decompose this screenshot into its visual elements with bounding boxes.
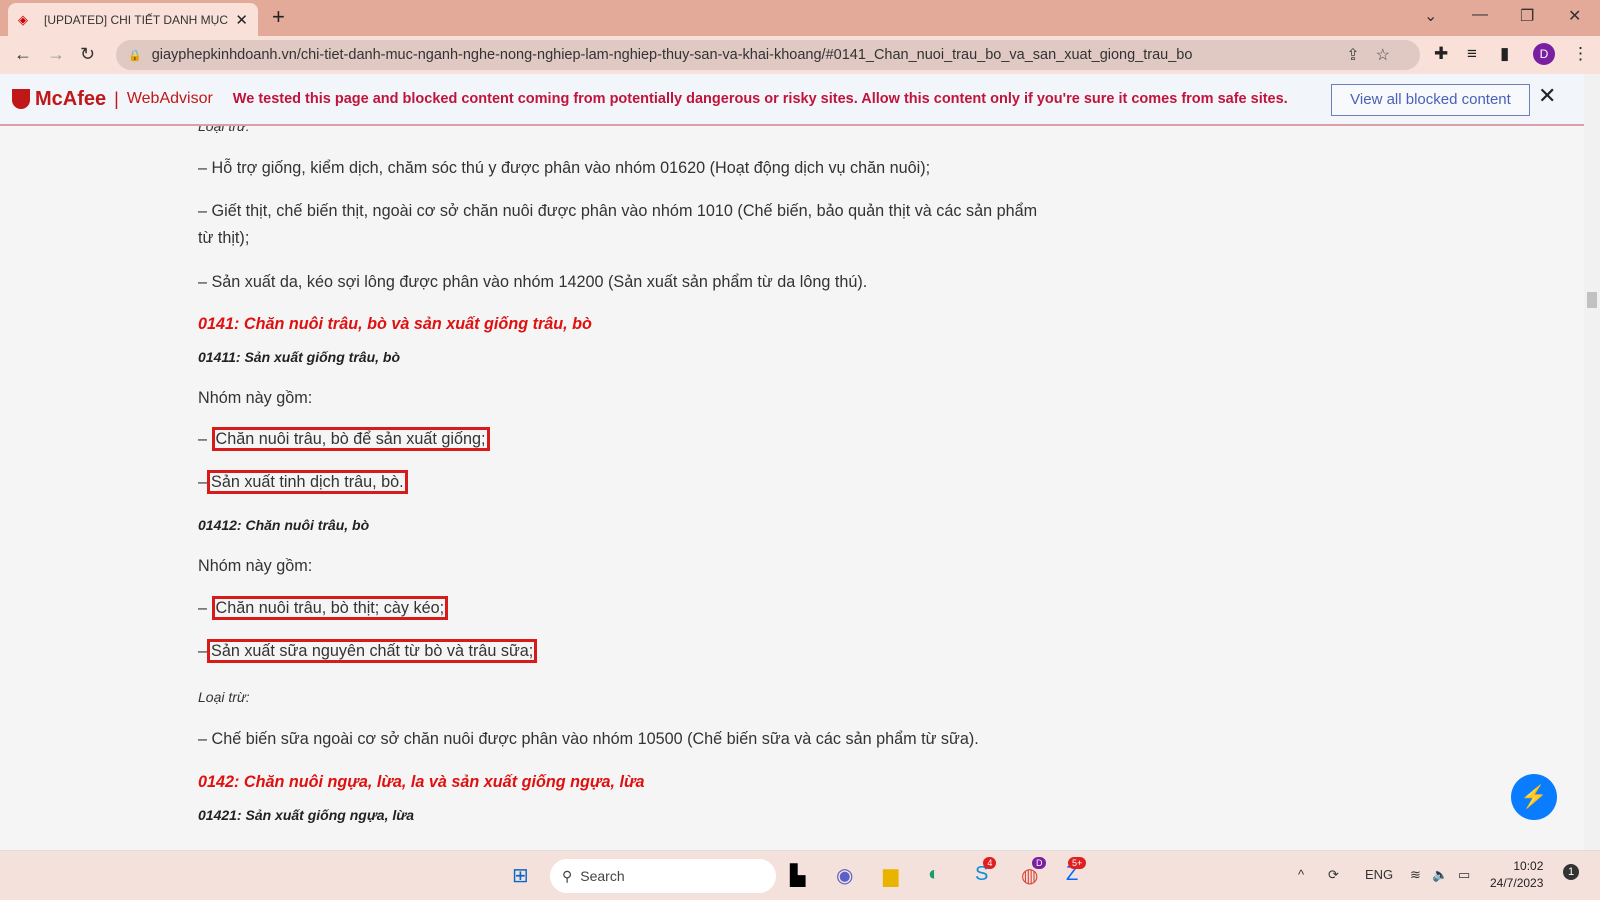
mcafee-shield-icon xyxy=(12,89,30,109)
share-icon[interactable]: ⇪ xyxy=(1346,47,1375,64)
forward-icon[interactable]: → xyxy=(47,44,65,65)
paragraph: – Sản xuất da, kéo sợi lông được phân và… xyxy=(198,273,868,291)
notification-badge[interactable]: 1 xyxy=(1563,864,1579,880)
new-tab-button[interactable]: + xyxy=(272,4,285,30)
paragraph: Loại trừ: xyxy=(198,689,250,705)
mcafee-warning-bar: McAfee | WebAdvisor We tested this page … xyxy=(0,74,1584,126)
teams-icon[interactable]: ◉ xyxy=(836,863,853,888)
skype-icon[interactable]: S4 xyxy=(975,857,997,886)
list-item: – Chăn nuôi trâu, bò thịt; cày kéo; xyxy=(198,596,449,620)
scrollbar-thumb[interactable] xyxy=(1587,292,1597,308)
list-item: – Sản xuất sữa nguyên chất từ bò và trâu … xyxy=(198,639,538,663)
file-explorer-icon[interactable]: ▆ xyxy=(883,863,898,888)
view-blocked-content-button[interactable]: View all blocked content xyxy=(1331,84,1530,116)
language-indicator[interactable]: ENG xyxy=(1365,867,1393,882)
paragraph: – Giết thịt, chế biến thịt, ngoài cơ sở … xyxy=(198,202,1038,220)
close-warning-icon[interactable]: ✕ xyxy=(1538,83,1556,109)
webadvisor-label: WebAdvisor xyxy=(126,90,213,107)
list-item: – Sản xuất tinh dịch trâu, bò. xyxy=(198,470,408,494)
restore-button[interactable]: ❐ xyxy=(1520,6,1534,26)
subsection-heading: 01412: Chăn nuôi trâu, bò xyxy=(198,517,370,533)
task-view-icon[interactable]: ▙ xyxy=(790,863,805,888)
chrome-icon[interactable]: ◍ D xyxy=(1021,857,1047,888)
reload-icon[interactable]: ↻ xyxy=(80,44,95,65)
clock[interactable]: 10:02 24/7/2023 xyxy=(1490,858,1543,892)
zalo-icon[interactable]: Z 5+ xyxy=(1066,857,1087,886)
url-text[interactable]: giayphepkinhdoanh.vn/chi-tiet-danh-muc-n… xyxy=(152,47,1193,63)
browser-tab[interactable]: ◈ [UPDATED] CHI TIẾT DANH MỤC ✕ xyxy=(8,3,258,36)
paragraph: từ thịt); xyxy=(198,229,250,247)
highlighted-text: Chăn nuôi trâu, bò thịt; cày kéo; xyxy=(211,596,449,620)
paragraph: – Chế biến sữa ngoài cơ sở chăn nuôi đượ… xyxy=(198,730,979,748)
bookmark-star-icon[interactable]: ☆ xyxy=(1376,47,1406,64)
tab-search-icon[interactable]: ⌄ xyxy=(1424,6,1437,26)
browser-toolbar: ← → ↻ 🔒 giayphepkinhdoanh.vn/chi-tiet-da… xyxy=(0,36,1600,74)
extensions-icon[interactable]: ✚ xyxy=(1434,44,1448,64)
taskbar: ⊞ ⚲ Search ▙ ◉ ▆ ◐ S4 ◍ D Z 5+ ^ ⟳ ENG ≋ 🔈… xyxy=(0,850,1600,900)
windows-start-icon[interactable]: ⊞ xyxy=(512,863,529,888)
scrollbar[interactable] xyxy=(1584,74,1600,850)
side-panel-icon[interactable]: ▮ xyxy=(1500,44,1509,64)
messenger-icon: ⚡ xyxy=(1520,784,1548,809)
profile-avatar[interactable]: D xyxy=(1533,43,1555,65)
highlighted-text: Sản xuất sữa nguyên chất từ bò và trâu s… xyxy=(207,639,538,663)
list-item: – Chăn nuôi trâu, bò để sản xuất giống; xyxy=(198,427,490,451)
menu-icon[interactable]: ⋮ xyxy=(1572,44,1589,64)
paragraph: Nhóm này gồm: xyxy=(198,389,313,407)
volume-icon[interactable]: 🔈 xyxy=(1432,867,1448,883)
paragraph: Nhóm này gồm: xyxy=(198,557,313,575)
tab-title: [UPDATED] CHI TIẾT DANH MỤC xyxy=(44,12,229,27)
section-heading: 0141: Chăn nuôi trâu, bò và sản xuất giố… xyxy=(198,315,592,333)
search-icon: ⚲ xyxy=(562,867,573,884)
messenger-chat-button[interactable]: ⚡ xyxy=(1511,774,1557,820)
subsection-heading: 01421: Sản xuất giống ngựa, lừa xyxy=(198,807,415,823)
lock-icon[interactable]: 🔒 xyxy=(128,49,142,62)
section-heading: 0142: Chăn nuôi ngựa, lừa, la và sản xuấ… xyxy=(198,773,645,791)
warning-message: We tested this page and blocked content … xyxy=(232,91,1288,107)
subsection-heading: 01411: Sản xuất giống trâu, bò xyxy=(198,349,401,365)
minimize-button[interactable]: — xyxy=(1472,6,1488,24)
wifi-icon[interactable]: ≋ xyxy=(1410,867,1421,883)
paragraph: – Hỗ trợ giống, kiểm dịch, chăm sóc thú … xyxy=(198,159,931,177)
media-control-icon[interactable]: ≡ xyxy=(1467,44,1477,64)
close-tab-icon[interactable]: ✕ xyxy=(235,11,248,29)
highlighted-text: Sản xuất tinh dịch trâu, bò. xyxy=(207,470,408,494)
highlighted-text: Chăn nuôi trâu, bò để sản xuất giống; xyxy=(211,427,490,451)
back-icon[interactable]: ← xyxy=(14,44,32,65)
show-hidden-icons[interactable]: ^ xyxy=(1298,867,1304,882)
battery-icon[interactable]: ▭ xyxy=(1458,867,1470,883)
taskbar-search[interactable]: ⚲ Search xyxy=(550,859,776,893)
edge-icon[interactable]: ◐ xyxy=(928,863,940,886)
address-bar[interactable]: 🔒 giayphepkinhdoanh.vn/chi-tiet-danh-muc… xyxy=(116,40,1420,70)
mcafee-logo: McAfee xyxy=(12,88,106,111)
site-favicon-icon: ◈ xyxy=(18,11,28,27)
tab-bar: ◈ [UPDATED] CHI TIẾT DANH MỤC ✕ + ⌄ — ❐ … xyxy=(0,0,1600,36)
close-window-button[interactable]: ✕ xyxy=(1568,6,1581,26)
sync-icon[interactable]: ⟳ xyxy=(1328,867,1339,883)
